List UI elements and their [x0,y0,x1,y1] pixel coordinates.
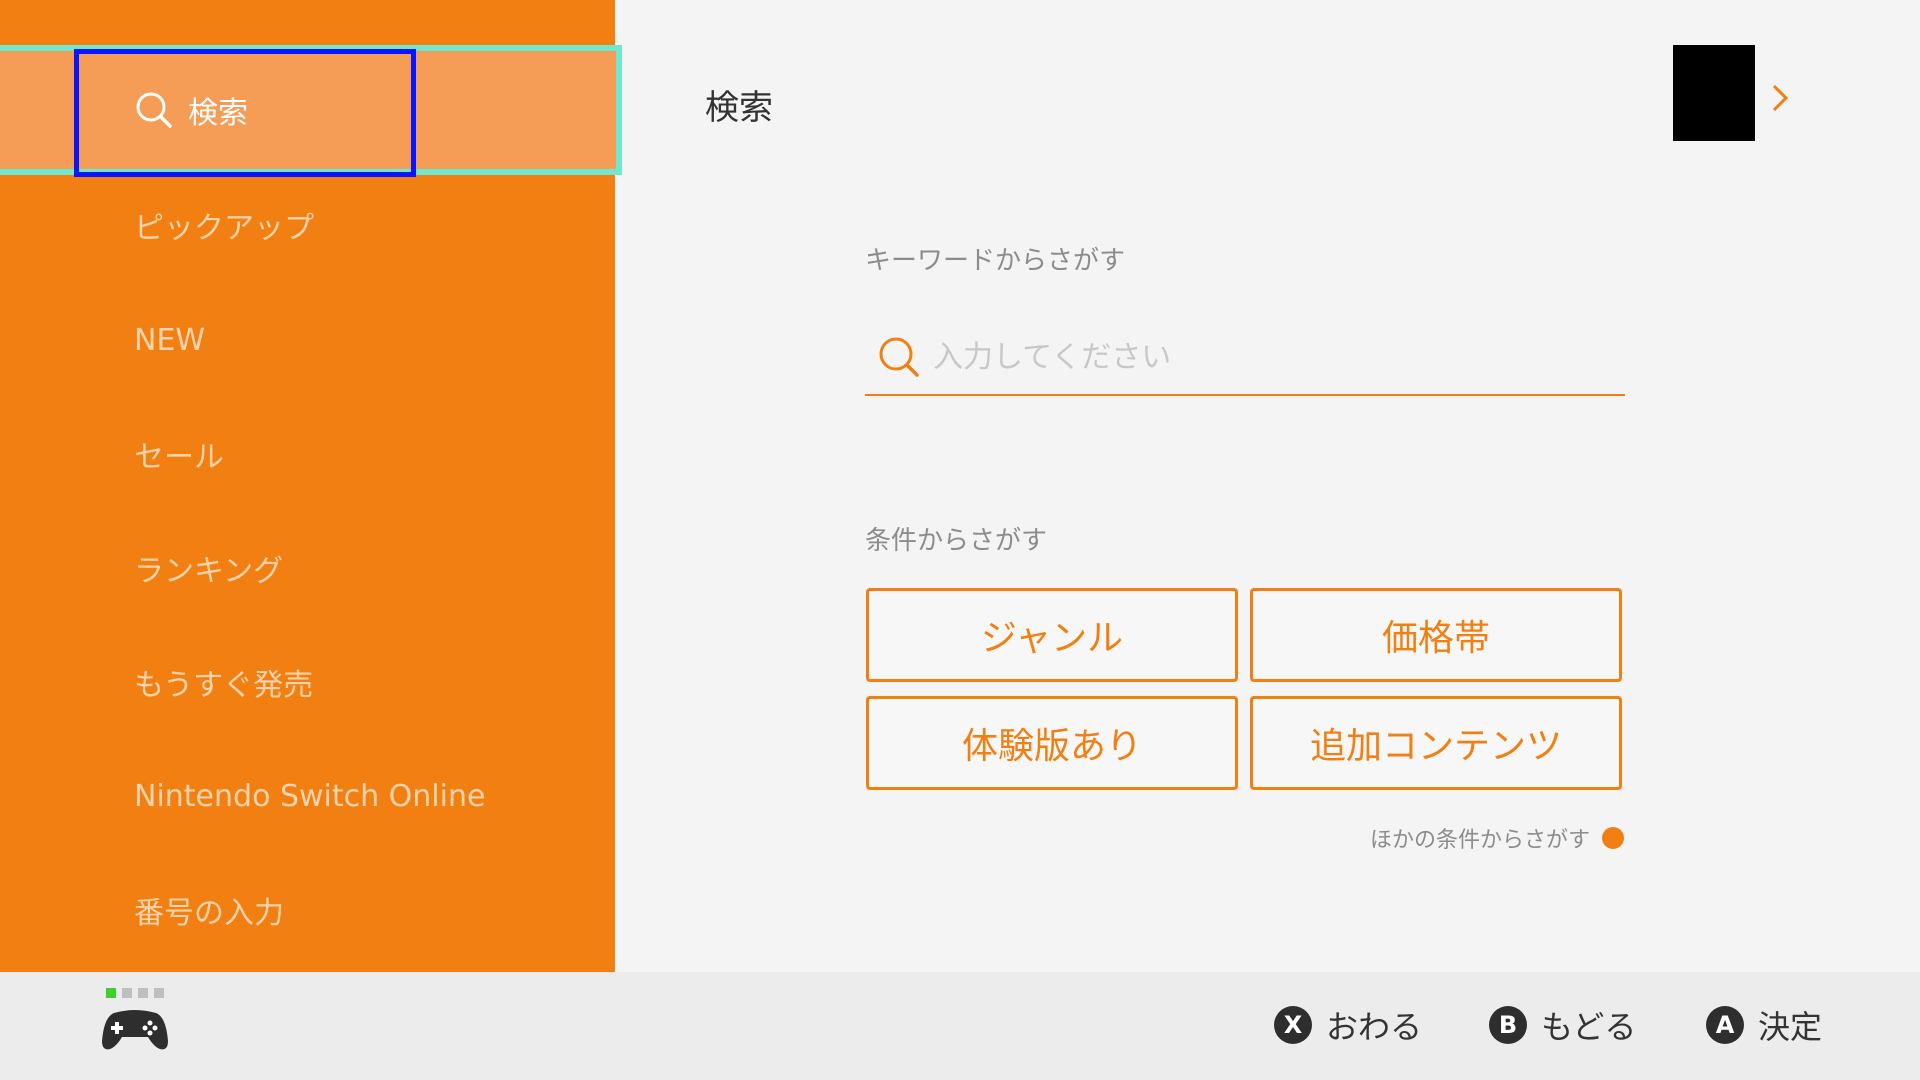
search-icon [879,337,919,377]
sidebar-item-sale[interactable]: セール [0,399,615,509]
player-indicator [106,988,164,998]
sidebar-item-code-entry[interactable]: 番号の入力 [0,855,615,965]
sidebar-item-label: ピックアップ [134,211,314,246]
hint-label: 決定 [1758,1008,1823,1046]
page-title: 検索 [705,88,773,128]
hint-close[interactable]: X おわる [1274,1002,1422,1048]
hint-back[interactable]: B もどる [1489,1002,1636,1048]
sidebar-item-label: Nintendo Switch Online [134,778,486,814]
hint-label: おわる [1326,1008,1423,1046]
sidebar-item-switch-online[interactable]: Nintendo Switch Online [0,741,615,851]
b-button-icon: B [1489,1006,1527,1044]
dlc-button[interactable]: 追加コンテンツ [1250,696,1622,790]
arrow-circle-icon [1602,827,1624,849]
sidebar-item-label: 番号の入力 [134,896,284,931]
sidebar-item-label: セール [134,440,224,475]
hint-confirm[interactable]: A 決定 [1706,1002,1822,1048]
selection-cursor [74,49,416,177]
sidebar-item-label: もうすぐ発売 [134,668,314,703]
more-conditions-link[interactable]: ほかの条件からさがす [1370,822,1624,854]
hint-label: もどる [1541,1008,1637,1046]
user-avatar[interactable] [1673,45,1755,141]
keyword-section-label: キーワードからさがす [865,246,1126,276]
sidebar-item-coming-soon[interactable]: もうすぐ発売 [0,627,615,737]
sidebar-item-ranking[interactable]: ランキング [0,513,615,623]
sidebar: 検索 ピックアップ NEW セール ランキング もうすぐ発売 Nintendo … [0,0,622,972]
sidebar-item-label: NEW [134,322,206,358]
keyword-search-field[interactable] [865,320,1625,396]
more-conditions-label: ほかの条件からさがす [1369,828,1590,853]
controller-icon [102,1010,168,1050]
condition-section-label: 条件からさがす [865,526,1048,556]
chevron-right-icon[interactable] [1766,80,1792,116]
a-button-icon: A [1706,1006,1744,1044]
search-input[interactable] [931,338,1585,376]
sidebar-item-label: ランキング [134,554,284,589]
demo-available-button[interactable]: 体験版あり [866,696,1238,790]
sidebar-item-pickup[interactable]: ピックアップ [0,170,615,280]
genre-button[interactable]: ジャンル [866,588,1238,682]
x-button-icon: X [1274,1006,1312,1044]
sidebar-item-new[interactable]: NEW [0,285,615,395]
price-range-button[interactable]: 価格帯 [1250,588,1622,682]
